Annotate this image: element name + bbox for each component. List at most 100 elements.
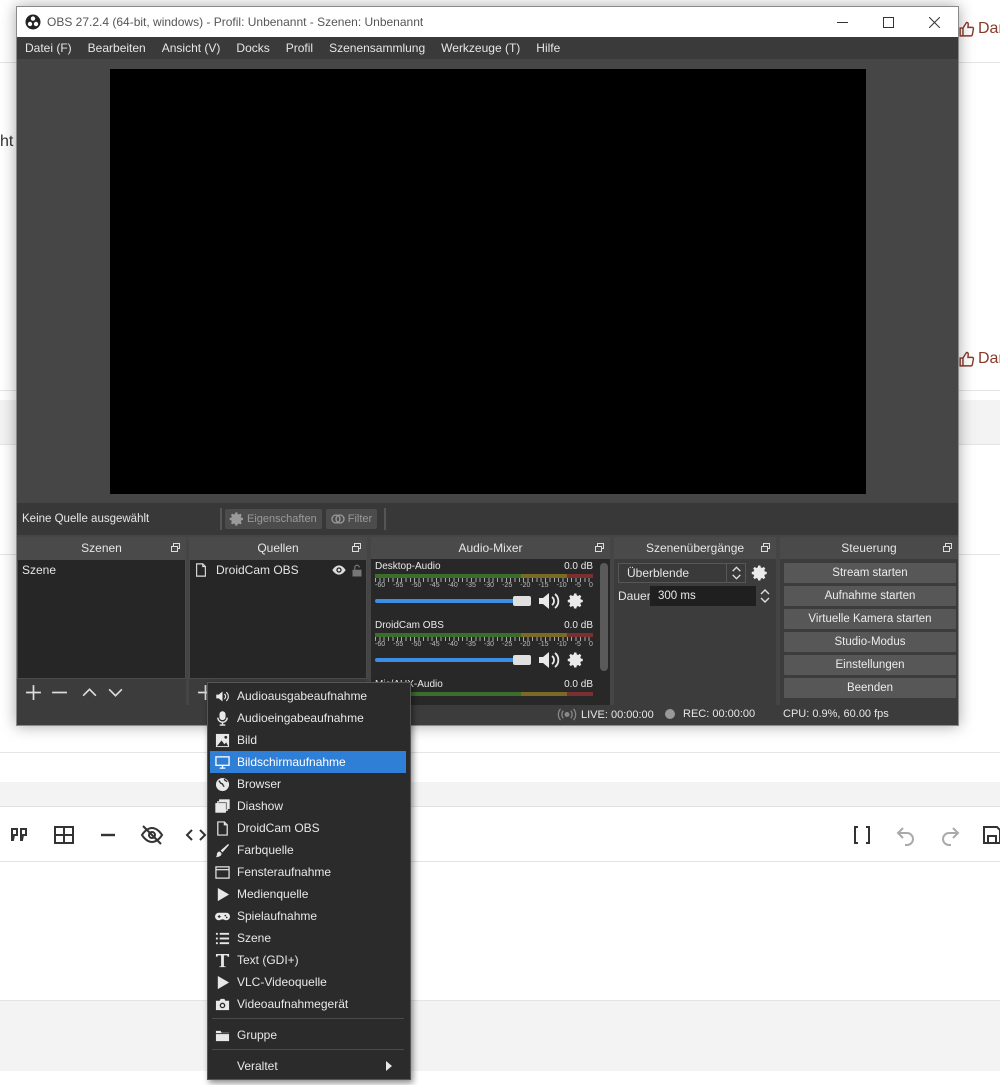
scale-label: -20: [520, 582, 531, 589]
move-scene-down-button[interactable]: [105, 682, 125, 702]
menu-item-deprecated[interactable]: Veraltet: [210, 1055, 406, 1077]
menu-item-video-capture-device[interactable]: Videoaufnahmegerät: [210, 993, 406, 1015]
gear-icon: [229, 512, 243, 526]
menu-datei[interactable]: Datei (F): [17, 37, 80, 59]
menu-werkzeuge[interactable]: Werkzeuge (T): [433, 37, 528, 59]
scale-label: -5: [574, 582, 581, 589]
bg-like-button[interactable]: Dar: [958, 350, 1000, 368]
menu-item-vlc-source[interactable]: VLC-Videoquelle: [210, 971, 406, 993]
quote-icon[interactable]: [6, 821, 34, 849]
minimize-icon: [836, 21, 848, 23]
scenes-header: Szenen: [17, 537, 186, 559]
menu-item-label: Bildschirmaufnahme: [237, 755, 346, 769]
menu-profil[interactable]: Profil: [278, 37, 321, 59]
bg-like-button[interactable]: Dar: [958, 20, 1000, 38]
window-title: OBS 27.2.4 (64-bit, windows) - Profil: U…: [47, 15, 424, 29]
fullscreen-icon[interactable]: [848, 821, 876, 849]
preview-area: [17, 59, 958, 503]
scale-label: -45: [429, 582, 440, 589]
volume-slider-handle[interactable]: [513, 655, 531, 665]
scale-label: -50: [411, 641, 422, 648]
spinner-icon[interactable]: [757, 586, 773, 606]
title-bar[interactable]: OBS 27.2.4 (64-bit, windows) - Profil: U…: [17, 7, 958, 37]
lock-icon[interactable]: [351, 564, 363, 577]
menu-item-label: VLC-Videoquelle: [237, 975, 327, 989]
menu-item-browser[interactable]: Browser: [210, 773, 406, 795]
filter-button[interactable]: Filter: [325, 509, 378, 529]
remove-scene-button[interactable]: [49, 682, 69, 702]
mixer-scrollbar[interactable]: [600, 563, 608, 671]
eye-icon[interactable]: [331, 562, 347, 578]
float-icon[interactable]: [761, 543, 770, 552]
properties-button[interactable]: Eigenschaften: [225, 509, 322, 529]
stream-start-button[interactable]: Stream starten: [784, 563, 956, 583]
bg-like-label: Dar: [978, 20, 1000, 37]
minimize-button[interactable]: [819, 7, 865, 37]
studio-mode-button[interactable]: Studio-Modus: [784, 632, 956, 652]
redo-icon[interactable]: [936, 821, 964, 849]
plus-icon: [25, 684, 41, 700]
preview-canvas[interactable]: [110, 69, 866, 494]
rec-time: REC: 00:00:00: [683, 708, 756, 720]
close-button[interactable]: [911, 7, 957, 37]
menu-item-audio-input[interactable]: Audioeingabeaufnahme: [210, 707, 406, 729]
float-icon[interactable]: [595, 543, 604, 552]
monitor-icon: [214, 754, 230, 770]
menu-item-media-source[interactable]: Medienquelle: [210, 883, 406, 905]
volume-slider-track[interactable]: [375, 599, 521, 603]
menu-item-image[interactable]: Bild: [210, 729, 406, 751]
menu-szenensammlung[interactable]: Szenensammlung: [321, 37, 433, 59]
scenes-list: Szene: [17, 559, 186, 679]
scale-label: -35: [465, 641, 476, 648]
gear-icon[interactable]: [567, 592, 585, 610]
save-icon[interactable]: [978, 821, 1000, 849]
code-icon[interactable]: [182, 821, 210, 849]
speaker-icon[interactable]: [537, 591, 561, 611]
maximize-button[interactable]: [865, 7, 911, 37]
chevron-updown-icon[interactable]: [726, 563, 746, 583]
duration-input[interactable]: 300 ms: [650, 586, 756, 606]
speaker-icon[interactable]: [537, 650, 561, 670]
menu-item-droidcam[interactable]: DroidCam OBS: [210, 817, 406, 839]
source-item[interactable]: DroidCam OBS: [190, 560, 366, 580]
gear-icon[interactable]: [567, 651, 585, 669]
scale-label: -25: [502, 641, 513, 648]
menu-bearbeiten[interactable]: Bearbeiten: [80, 37, 154, 59]
scene-item[interactable]: Szene: [18, 560, 185, 580]
horizontal-rule-icon[interactable]: [94, 821, 122, 849]
menu-item-window-capture[interactable]: Fensteraufnahme: [210, 861, 406, 883]
virtual-camera-button[interactable]: Virtuelle Kamera starten: [784, 609, 956, 629]
float-icon[interactable]: [171, 543, 180, 552]
menu-item-group[interactable]: Gruppe: [210, 1024, 406, 1046]
recording-start-button[interactable]: Aufnahme starten: [784, 586, 956, 606]
eye-off-icon[interactable]: [138, 821, 166, 849]
table-icon[interactable]: [50, 821, 78, 849]
exit-button[interactable]: Beenden: [784, 678, 956, 698]
scale-label: -60: [375, 582, 386, 589]
menu-hilfe[interactable]: Hilfe: [528, 37, 568, 59]
menu-item-text[interactable]: Text (GDI+): [210, 949, 406, 971]
menu-item-label: Szene: [237, 931, 272, 945]
scale-label: -30: [483, 641, 495, 648]
settings-button[interactable]: Einstellungen: [784, 655, 956, 675]
menu-docks[interactable]: Docks: [228, 37, 277, 59]
gear-icon[interactable]: [751, 564, 769, 582]
editor-toolbar: [0, 806, 1000, 862]
float-icon[interactable]: [943, 543, 952, 552]
menu-item-scene[interactable]: Szene: [210, 927, 406, 949]
menu-item-audio-output[interactable]: Audioausgabeaufnahme: [210, 685, 406, 707]
menu-item-game-capture[interactable]: Spielaufnahme: [210, 905, 406, 927]
add-scene-button[interactable]: [23, 682, 43, 702]
menu-item-display-capture[interactable]: Bildschirmaufnahme: [210, 751, 406, 773]
undo-icon[interactable]: [892, 821, 920, 849]
scale-label: -40: [447, 582, 458, 589]
menu-item-slideshow[interactable]: Diashow: [210, 795, 406, 817]
volume-slider-handle[interactable]: [513, 596, 531, 606]
menu-ansicht[interactable]: Ansicht (V): [154, 37, 229, 59]
move-scene-up-button[interactable]: [79, 682, 99, 702]
menu-item-color-source[interactable]: Farbquelle: [210, 839, 406, 861]
volume-slider-track[interactable]: [375, 658, 521, 662]
float-icon[interactable]: [352, 543, 361, 552]
meter-scale: -60 -55 -50 -45 -40 -35 -30 -25 -20 -15 -10 -5 0: [375, 641, 593, 648]
toolbar-separator: [384, 508, 387, 530]
